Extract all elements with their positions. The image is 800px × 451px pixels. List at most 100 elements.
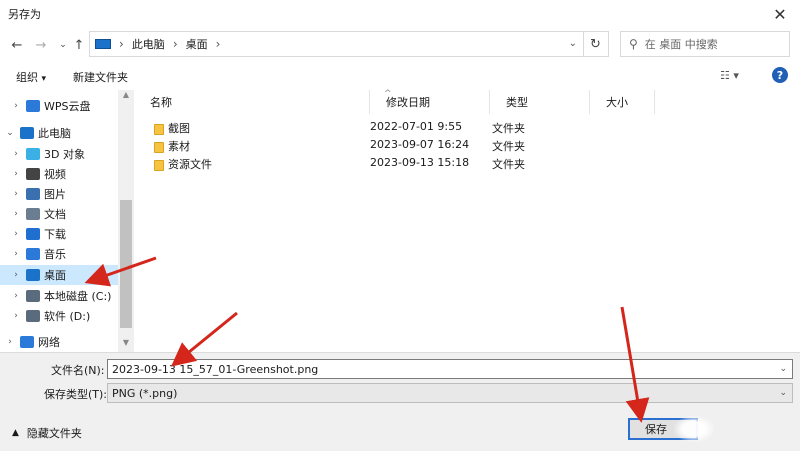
sidebar-item-label: WPS云盘 xyxy=(44,100,91,113)
chevron-right-icon[interactable]: › xyxy=(10,249,22,259)
organize-button[interactable]: 组织 ▾ xyxy=(16,69,46,85)
drive-d-icon xyxy=(26,310,40,322)
file-modified: 2023-09-13 15:18 xyxy=(370,156,470,169)
scroll-up-icon[interactable]: ▲ xyxy=(118,90,134,104)
folder-icon xyxy=(154,123,164,135)
filetype-select[interactable]: PNG (*.png) ⌄ xyxy=(107,383,793,403)
file-modified: 2023-09-07 16:24 xyxy=(370,138,470,151)
cube-icon xyxy=(26,148,40,160)
column-header-modified[interactable]: 修改日期 xyxy=(370,90,490,114)
search-icon: ⚲ xyxy=(629,37,638,51)
refresh-icon: ↻ xyxy=(590,36,601,52)
sidebar-item[interactable]: › 桌面 xyxy=(0,265,118,285)
chevron-right-icon[interactable]: › xyxy=(10,209,22,219)
command-toolbar: 组织 ▾ 新建文件夹 ☷ ▾ ? xyxy=(0,62,800,90)
sidebar-item-label: 本地磁盘 (C:) xyxy=(44,290,112,303)
column-header-name[interactable]: 名称 xyxy=(134,90,370,114)
sidebar-item[interactable]: › 软件 (D:) xyxy=(0,306,118,326)
column-header-label: 名称 xyxy=(150,96,172,109)
desktop-icon xyxy=(26,269,40,281)
chevron-right-icon[interactable]: › xyxy=(10,270,22,280)
chevron-right-icon[interactable]: › xyxy=(10,169,22,179)
network-icon xyxy=(20,336,34,348)
caret-up-icon: ▲ xyxy=(12,428,19,438)
video-icon xyxy=(26,168,40,180)
navigation-pane-scrollbar[interactable]: ▲ ▼ xyxy=(118,90,134,352)
save-label: 保存 xyxy=(645,423,667,436)
sidebar-item-label: 音乐 xyxy=(44,248,66,261)
new-folder-button[interactable]: 新建文件夹 xyxy=(73,69,128,85)
blur-overlay xyxy=(674,416,714,442)
folder-icon xyxy=(154,159,164,171)
breadcrumb-item[interactable]: 桌面 xyxy=(186,36,208,52)
sidebar-item-label: 文档 xyxy=(44,208,66,221)
close-icon[interactable]: ✕ xyxy=(760,0,800,28)
scroll-down-icon[interactable]: ▼ xyxy=(118,338,134,352)
computer-icon xyxy=(20,127,34,139)
chevron-down-icon[interactable]: ⌄ xyxy=(4,128,16,138)
sidebar-item-label: 视频 xyxy=(44,168,66,181)
filetype-dropdown-chevron-icon[interactable]: ⌄ xyxy=(779,388,787,398)
search-input[interactable]: ⚲ 在 桌面 中搜索 xyxy=(620,31,790,57)
view-options-icon[interactable]: ☷ ▾ xyxy=(720,69,739,82)
sidebar-item-label: 桌面 xyxy=(44,269,66,282)
chevron-right-icon[interactable]: › xyxy=(10,149,22,159)
search-placeholder: 在 桌面 中搜索 xyxy=(644,38,718,51)
folder-icon xyxy=(154,141,164,153)
music-icon xyxy=(26,248,40,260)
sidebar-item[interactable]: › WPS云盘 xyxy=(0,96,118,116)
filename-dropdown-chevron-icon[interactable]: ⌄ xyxy=(779,364,787,374)
file-type: 文件夹 xyxy=(492,122,525,135)
sidebar-item[interactable]: › 音乐 xyxy=(0,244,118,264)
sidebar-item[interactable]: › 3D 对象 xyxy=(0,144,118,164)
organize-caret-icon: ▾ xyxy=(41,74,47,84)
filename-label: 文件名(N): xyxy=(51,364,105,377)
breadcrumb-separator-icon: › xyxy=(215,37,221,51)
documents-icon xyxy=(26,208,40,220)
breadcrumb-item[interactable]: 此电脑 xyxy=(132,36,165,52)
chevron-right-icon[interactable]: › xyxy=(4,337,16,347)
sidebar-item[interactable]: › 视频 xyxy=(0,164,118,184)
file-type: 文件夹 xyxy=(492,140,525,153)
file-type: 文件夹 xyxy=(492,158,525,171)
sidebar-item[interactable]: › 下载 xyxy=(0,224,118,244)
save-button[interactable]: 保存 xyxy=(628,416,714,442)
recent-locations-chevron-icon[interactable]: ⌄ xyxy=(55,37,71,53)
address-dropdown-chevron-icon[interactable]: ⌄ xyxy=(569,38,577,49)
table-row[interactable]: 素材 2023-09-07 16:24 文件夹 xyxy=(134,136,800,154)
sidebar-item[interactable]: › 文档 xyxy=(0,204,118,224)
file-name: 资源文件 xyxy=(168,158,212,171)
sidebar-item-label: 此电脑 xyxy=(38,127,71,140)
address-bar[interactable]: › 此电脑 › 桌面 › ⌄ xyxy=(89,31,584,57)
hide-folders-label: 隐藏文件夹 xyxy=(26,427,82,440)
back-arrow-icon[interactable]: ← xyxy=(9,37,25,53)
column-header-size[interactable]: 大小 xyxy=(590,90,655,114)
sidebar-item[interactable]: › 网络 xyxy=(0,332,118,352)
filename-value: 2023-09-13 15_57_01-Greenshot.png xyxy=(112,362,319,376)
file-name: 素材 xyxy=(168,140,190,153)
sidebar-item[interactable]: › 图片 xyxy=(0,184,118,204)
refresh-button[interactable]: ↻ xyxy=(583,31,609,57)
chevron-right-icon[interactable]: › xyxy=(10,101,22,111)
filename-field[interactable]: 2023-09-13 15_57_01-Greenshot.png ⌄ xyxy=(107,359,793,379)
sidebar-item[interactable]: ⌄ 此电脑 xyxy=(0,123,118,143)
chevron-right-icon[interactable]: › xyxy=(10,229,22,239)
chevron-right-icon[interactable]: › xyxy=(10,291,22,301)
column-header-label: 修改日期 xyxy=(386,96,430,109)
table-row[interactable]: 截图 2022-07-01 9:55 文件夹 xyxy=(134,118,800,136)
sidebar-item-label: 软件 (D:) xyxy=(44,310,91,323)
window-title: 另存为 xyxy=(8,8,41,21)
help-icon[interactable]: ? xyxy=(772,67,788,83)
sidebar-item[interactable]: › 本地磁盘 (C:) xyxy=(0,286,118,306)
hide-folders-toggle[interactable]: ▲ 隐藏文件夹 xyxy=(12,425,82,441)
table-row[interactable]: 资源文件 2023-09-13 15:18 文件夹 xyxy=(134,154,800,172)
filetype-value: PNG (*.png) xyxy=(112,386,178,400)
organize-label: 组织 xyxy=(16,71,38,84)
column-header-type[interactable]: 类型 xyxy=(490,90,590,114)
chevron-right-icon[interactable]: › xyxy=(10,311,22,321)
up-arrow-icon[interactable]: ↑ xyxy=(71,37,87,53)
scrollbar-thumb[interactable] xyxy=(120,200,132,328)
file-list: 名称 ^ 修改日期 类型 大小 截图 2022-07-01 9:55 文件夹 素… xyxy=(134,89,800,352)
forward-arrow-icon[interactable]: → xyxy=(33,37,49,53)
chevron-right-icon[interactable]: › xyxy=(10,189,22,199)
